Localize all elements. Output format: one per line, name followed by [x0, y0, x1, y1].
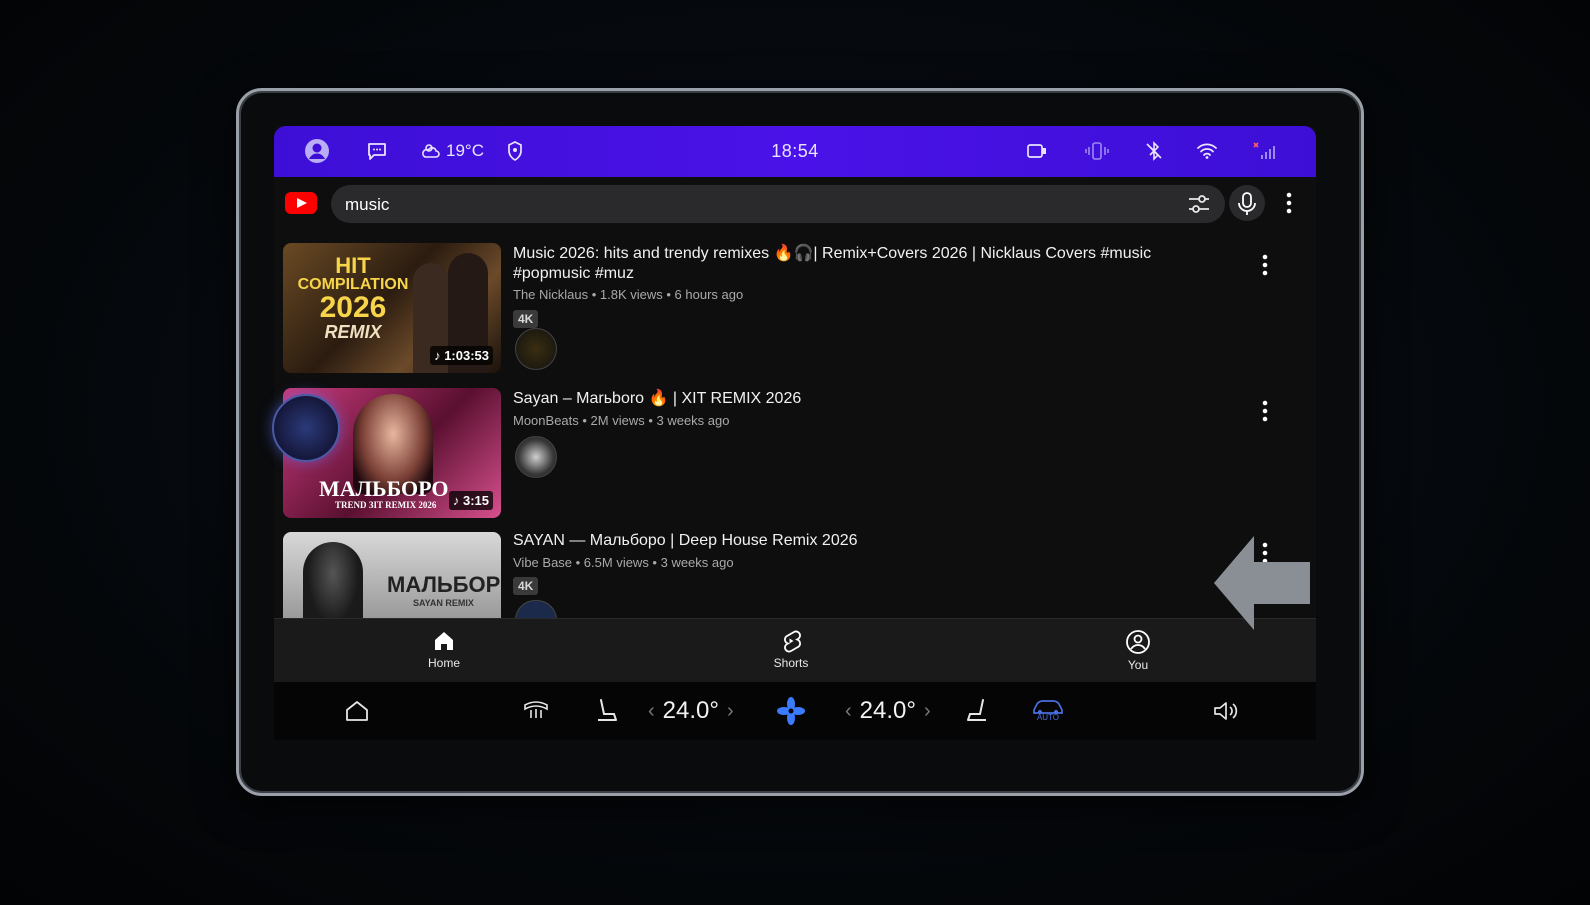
- nav-you[interactable]: You: [1098, 629, 1178, 672]
- left-temp-down-icon[interactable]: ‹: [648, 700, 655, 723]
- more-options-icon[interactable]: [1279, 190, 1299, 216]
- auto-climate-button[interactable]: AUTO: [1030, 696, 1066, 726]
- rear-defrost-icon[interactable]: [522, 696, 550, 726]
- video-duration: ♪ 3:15: [448, 491, 493, 510]
- status-bar: 19°C 18:54: [274, 126, 1316, 177]
- youtube-logo-icon[interactable]: [285, 192, 317, 214]
- right-temp-up-icon[interactable]: ›: [924, 700, 931, 723]
- video-meta: MoonBeats • 2M views • 3 weeks ago: [513, 413, 730, 428]
- bluetooth-off-icon[interactable]: [1144, 138, 1164, 164]
- nav-home-label: Home: [427, 656, 460, 670]
- video-title[interactable]: SAYAN — Мальборо | Deep House Remix 2026: [513, 531, 1173, 551]
- left-temp-control[interactable]: ‹ 24.0° ›: [648, 696, 734, 726]
- thumbnail-artwork: МАЛЬБОРО: [319, 476, 449, 501]
- video-meta: The Nicklaus • 1.8K views • 6 hours ago: [513, 287, 744, 302]
- account-icon: [1126, 630, 1150, 654]
- video-options-icon[interactable]: [1258, 252, 1272, 278]
- channel-avatar[interactable]: [515, 600, 557, 620]
- quality-badge: 4K: [513, 577, 539, 595]
- quality-badge: 4K: [513, 310, 539, 328]
- video-options-icon[interactable]: [1258, 398, 1272, 424]
- right-temp-control[interactable]: ‹ 24.0° ›: [845, 696, 931, 726]
- volume-icon[interactable]: [1212, 696, 1240, 726]
- left-temp-value: 24.0°: [662, 697, 719, 724]
- microphone-icon: [1238, 192, 1256, 215]
- left-temp-up-icon[interactable]: ›: [727, 700, 734, 723]
- wifi-icon[interactable]: [1196, 138, 1218, 164]
- channel-avatar[interactable]: [515, 436, 557, 478]
- system-home-icon[interactable]: [344, 696, 370, 726]
- home-icon: [435, 632, 453, 650]
- voice-assistant-orb-icon[interactable]: [272, 394, 340, 462]
- video-thumbnail[interactable]: МАЛЬБОРО SAYAN REMIX: [283, 532, 501, 618]
- search-bar[interactable]: [331, 185, 1225, 225]
- right-temp-down-icon[interactable]: ‹: [845, 700, 852, 723]
- nav-you-label: You: [1127, 658, 1149, 672]
- video-duration: ♪ 1:03:53: [430, 346, 493, 365]
- phone-projection-icon[interactable]: [1026, 138, 1048, 164]
- vibrate-icon[interactable]: [1084, 138, 1110, 164]
- infotainment-screen: 19°C 18:54 HIT: [274, 126, 1316, 740]
- nav-home[interactable]: Home: [404, 629, 484, 670]
- bottom-navigation: Home Shorts You: [274, 618, 1316, 683]
- left-seat-heat-icon[interactable]: [594, 696, 620, 726]
- search-input[interactable]: [343, 185, 1147, 225]
- thumbnail-caption: TREND ЗIT REMIX 2026: [335, 500, 437, 510]
- thumbnail-artwork: МАЛЬБОРО: [387, 572, 501, 597]
- thumbnail-caption: SAYAN REMIX: [413, 598, 474, 608]
- video-meta: Vibe Base • 6.5M views • 3 weeks ago: [513, 555, 734, 570]
- right-seat-heat-icon[interactable]: [964, 696, 990, 726]
- auto-label: AUTO: [1036, 713, 1060, 722]
- video-title[interactable]: Sayan – Marьboro 🔥 | XIT REMIX 2026: [513, 389, 1173, 409]
- climate-control-bar: ‹ 24.0° › ‹ 24.0° › AUTO: [274, 682, 1316, 740]
- voice-search-button[interactable]: [1229, 185, 1265, 221]
- channel-avatar[interactable]: [515, 328, 557, 370]
- nav-shorts[interactable]: Shorts: [751, 629, 831, 670]
- fan-icon[interactable]: [776, 696, 806, 726]
- video-title[interactable]: Music 2026: hits and trendy remixes 🔥🎧| …: [513, 244, 1173, 284]
- pointer-arrow-icon: [1214, 536, 1310, 630]
- thumbnail-figure: [303, 542, 363, 618]
- video-thumbnail[interactable]: HIT COMPILATION 2026 REMIX ♪ 1:03:53: [283, 243, 501, 373]
- cellular-signal-icon: [1252, 138, 1278, 164]
- thumbnail-artwork: HIT COMPILATION 2026 REMIX: [297, 253, 409, 342]
- nav-shorts-label: Shorts: [773, 656, 809, 670]
- right-temp-value: 24.0°: [859, 697, 916, 724]
- filter-settings-icon[interactable]: [1187, 193, 1211, 215]
- shorts-icon: [784, 630, 801, 653]
